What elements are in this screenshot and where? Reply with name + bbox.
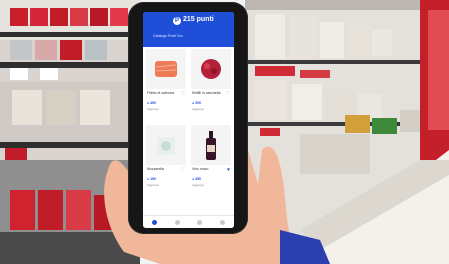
add-button[interactable]: Aggiungi — [147, 183, 159, 187]
nav-profile-icon[interactable] — [220, 219, 226, 225]
product-points: ● 150 — [147, 177, 156, 181]
product-image — [146, 125, 186, 165]
product-card[interactable]: Mirtilli in vaschetta ♡ ● 200 Aggiungi — [191, 49, 231, 121]
product-name: Vino rosso — [192, 167, 209, 171]
wine-bottle-image — [206, 131, 216, 160]
add-button[interactable]: Aggiungi — [192, 183, 204, 187]
add-button[interactable]: Aggiungi — [147, 107, 159, 111]
bottom-navigation — [143, 215, 234, 228]
points-balance: 215 punti — [183, 16, 214, 23]
section-label: Catalogo Punti Oro — [153, 34, 183, 38]
product-name: Mozzarella — [147, 167, 164, 171]
points-icon: P — [173, 17, 181, 25]
add-button[interactable]: Aggiungi — [192, 107, 204, 111]
product-card[interactable]: Mozzarella ♡ ● 150 Aggiungi — [146, 125, 186, 197]
product-name: Filetto di salmone — [147, 91, 175, 95]
heart-icon[interactable]: ♡ — [181, 167, 185, 173]
app-header: P 215 punti Catalogo Punti Oro — [143, 12, 234, 47]
product-card[interactable]: Filetto di salmone ♡ ● 450 Aggiungi — [146, 49, 186, 121]
product-points: ● 200 — [192, 101, 201, 105]
product-card[interactable]: Vino rosso ♥ ● 350 Aggiungi — [191, 125, 231, 197]
nav-catalog-icon[interactable] — [174, 219, 180, 225]
mozzarella-image — [157, 137, 175, 155]
heart-icon[interactable]: ♡ — [226, 91, 230, 97]
nav-cart-icon[interactable] — [197, 219, 203, 225]
heart-icon[interactable]: ♥ — [227, 167, 230, 173]
product-name: Mirtilli in vaschetta — [192, 91, 221, 95]
product-image — [191, 125, 231, 165]
product-image — [191, 49, 231, 89]
nav-home-icon[interactable] — [151, 219, 157, 225]
berries-image — [201, 59, 221, 79]
product-image — [146, 49, 186, 89]
product-points: ● 350 — [192, 177, 201, 181]
product-points: ● 450 — [147, 101, 156, 105]
phone-screen: P 215 punti Catalogo Punti Oro Filetto d… — [143, 12, 234, 228]
smartphone: P 215 punti Catalogo Punti Oro Filetto d… — [128, 2, 248, 234]
photo-scene: P 215 punti Catalogo Punti Oro Filetto d… — [0, 0, 449, 264]
salmon-image — [155, 61, 177, 77]
heart-icon[interactable]: ♡ — [181, 91, 185, 97]
